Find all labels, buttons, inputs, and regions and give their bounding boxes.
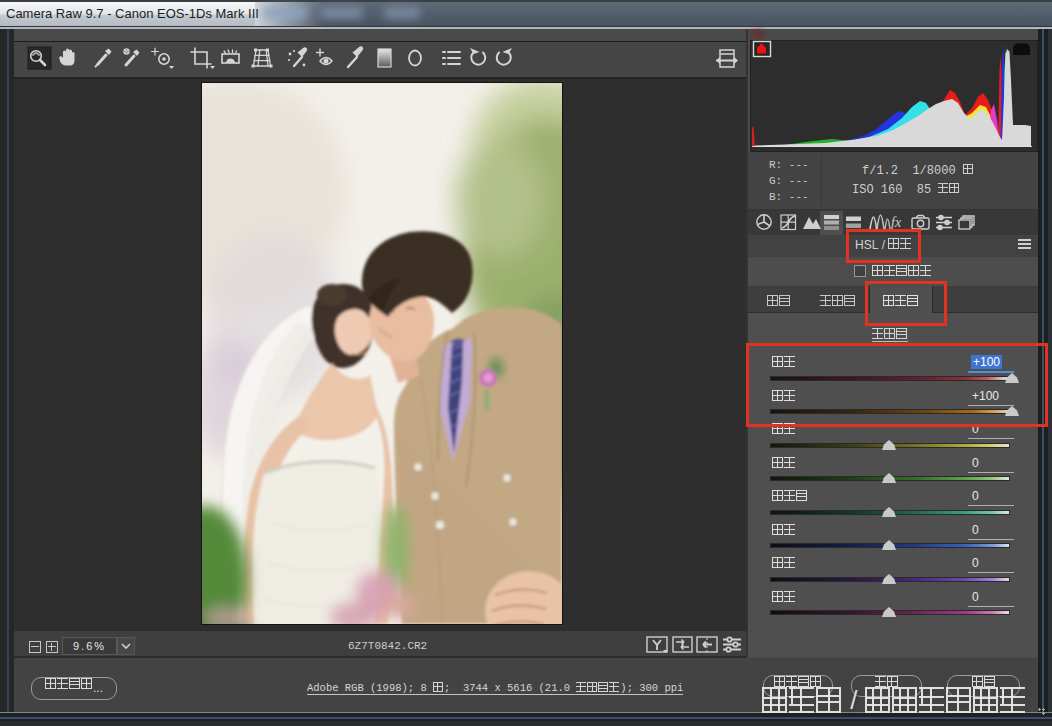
svg-text:fx: fx <box>891 215 902 230</box>
